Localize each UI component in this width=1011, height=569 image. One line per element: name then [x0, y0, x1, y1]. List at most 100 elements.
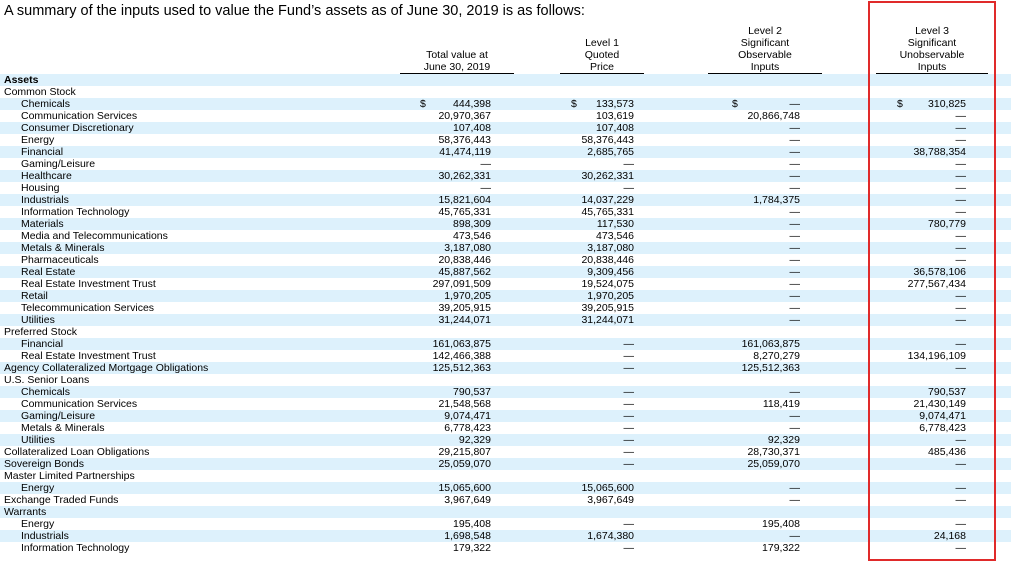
cell-value: 45,765,331: [581, 206, 634, 218]
cell-value: 3,967,649: [444, 494, 491, 506]
cell-total: 15,821,604: [420, 194, 491, 206]
table-row: Telecommunication Services 39,205,915 39,2…: [0, 302, 1011, 314]
row-label: Materials: [21, 218, 64, 230]
cell-value: —: [623, 338, 635, 350]
table-row: Communication Services 21,548,568 — 118,419…: [0, 398, 1011, 410]
cell-total: 20,838,446: [420, 254, 491, 266]
header-total-value: Total value at June 30, 2019: [400, 26, 514, 74]
row-label: Utilities: [21, 434, 55, 446]
table-row: Metals & Minerals 6,778,423— —6,778,423: [0, 422, 1011, 434]
cell-l2: —: [732, 134, 801, 146]
cell-l2: —: [732, 206, 801, 218]
row-label: Chemicals: [21, 386, 71, 398]
cell-value: 107,408: [453, 122, 491, 134]
cell-value: 117,530: [596, 218, 634, 230]
row-label: Telecommunication Services: [21, 302, 155, 314]
table-row: Information Technology 179,322—179,322—: [0, 542, 1011, 554]
cell-value: 473,546: [596, 230, 634, 242]
cell-value: 3,187,080: [587, 242, 634, 254]
cell-l1: —: [571, 410, 635, 422]
row-label: Exchange Traded Funds: [4, 494, 119, 506]
row-label: Energy: [21, 482, 55, 494]
cell-value: 1,970,205: [587, 290, 634, 302]
row-label: Information Technology: [21, 542, 130, 554]
header-line: Level 1: [585, 37, 619, 49]
cell-l1: 9,309,456: [571, 266, 634, 278]
cell-l2: 125,512,363: [732, 362, 800, 374]
cell-value: 19,524,075: [581, 278, 634, 290]
cell-l1: —: [571, 446, 635, 458]
cell-value: —: [789, 182, 801, 194]
cell-value: 179,322: [762, 542, 800, 554]
table-row: Agency Collateralized Mortgage Obligatio…: [0, 362, 1011, 374]
row-label: Media and Telecommunications: [21, 230, 168, 242]
cell-total: 92,329: [420, 434, 491, 446]
cell-l2: —: [732, 290, 801, 302]
cell-total: 1,698,548: [420, 530, 491, 542]
cell-l2: 118,419: [732, 398, 800, 410]
cell-l2: 92,329: [732, 434, 800, 446]
table-row: Energy 58,376,443 58,376,443— —: [0, 134, 1011, 146]
cell-total: 107,408: [420, 122, 491, 134]
cell-total: 179,322: [420, 542, 491, 554]
cell-value: 14,037,229: [581, 194, 634, 206]
header-line: Level 2: [748, 25, 782, 37]
page-title: A summary of the inputs used to value th…: [4, 3, 585, 19]
row-label: Real Estate Investment Trust: [21, 278, 156, 290]
cell-total: 20,970,367: [420, 110, 491, 122]
cell-value: —: [480, 182, 492, 194]
table-row: Retail 1,970,205 1,970,205— —: [0, 290, 1011, 302]
cell-l2: —: [732, 158, 801, 170]
cell-l2: [732, 470, 800, 482]
cell-total: 142,466,388: [420, 350, 491, 362]
cell-value: 20,970,367: [438, 110, 491, 122]
cell-total: —: [420, 158, 492, 170]
cell-value: —: [789, 122, 801, 134]
cell-value: 20,838,446: [438, 254, 491, 266]
cell-value: —: [623, 542, 635, 554]
cell-value: —: [623, 446, 635, 458]
dollar-sign: $: [571, 98, 577, 110]
table-row: Pharmaceuticals 20,838,446 20,838,446— —: [0, 254, 1011, 266]
cell-l2: 20,866,748: [732, 110, 800, 122]
cell-l2: —: [732, 494, 801, 506]
dollar-sign: $: [732, 98, 738, 110]
cell-value: —: [789, 278, 801, 290]
cell-l1: —: [571, 182, 635, 194]
cell-l1: —: [571, 422, 635, 434]
row-label: Industrials: [21, 194, 69, 206]
cell-value: 58,376,443: [438, 134, 491, 146]
cell-value: 9,074,471: [444, 410, 491, 422]
cell-l2: 1,784,375: [732, 194, 800, 206]
cell-value: 6,778,423: [444, 422, 491, 434]
cell-value: 21,548,568: [438, 398, 491, 410]
cell-value: —: [623, 398, 635, 410]
cell-value: —: [480, 158, 492, 170]
cell-l2: —: [732, 410, 801, 422]
cell-total: 1,970,205: [420, 290, 491, 302]
cell-value: —: [789, 482, 801, 494]
table-row: Industrials 1,698,548 1,674,380—24,168: [0, 530, 1011, 542]
cell-total: 25,059,070: [420, 458, 491, 470]
header-line: Significant: [740, 37, 790, 49]
cell-value: 118,419: [762, 398, 800, 410]
cell-value: —: [789, 266, 801, 278]
cell-value: —: [789, 170, 801, 182]
cell-l2: —: [732, 146, 801, 158]
cell-total: 15,065,600: [420, 482, 491, 494]
cell-value: —: [789, 242, 801, 254]
table-row: Chemicals 790,537— —790,537: [0, 386, 1011, 398]
cell-value: 58,376,443: [581, 134, 634, 146]
cell-l2: —: [732, 254, 801, 266]
cell-l2: —: [732, 122, 801, 134]
cell-total: 297,091,509: [420, 278, 491, 290]
cell-value: —: [623, 518, 635, 530]
cell-value: 92,329: [767, 434, 800, 446]
cell-value: 195,408: [453, 518, 491, 530]
cell-total: 9,074,471: [420, 410, 491, 422]
cell-value: 39,205,915: [581, 302, 634, 314]
cell-l2: —: [732, 266, 801, 278]
cell-value: 297,091,509: [432, 278, 491, 290]
header-line: Quoted: [584, 49, 620, 61]
row-label: Master Limited Partnerships: [4, 470, 135, 482]
